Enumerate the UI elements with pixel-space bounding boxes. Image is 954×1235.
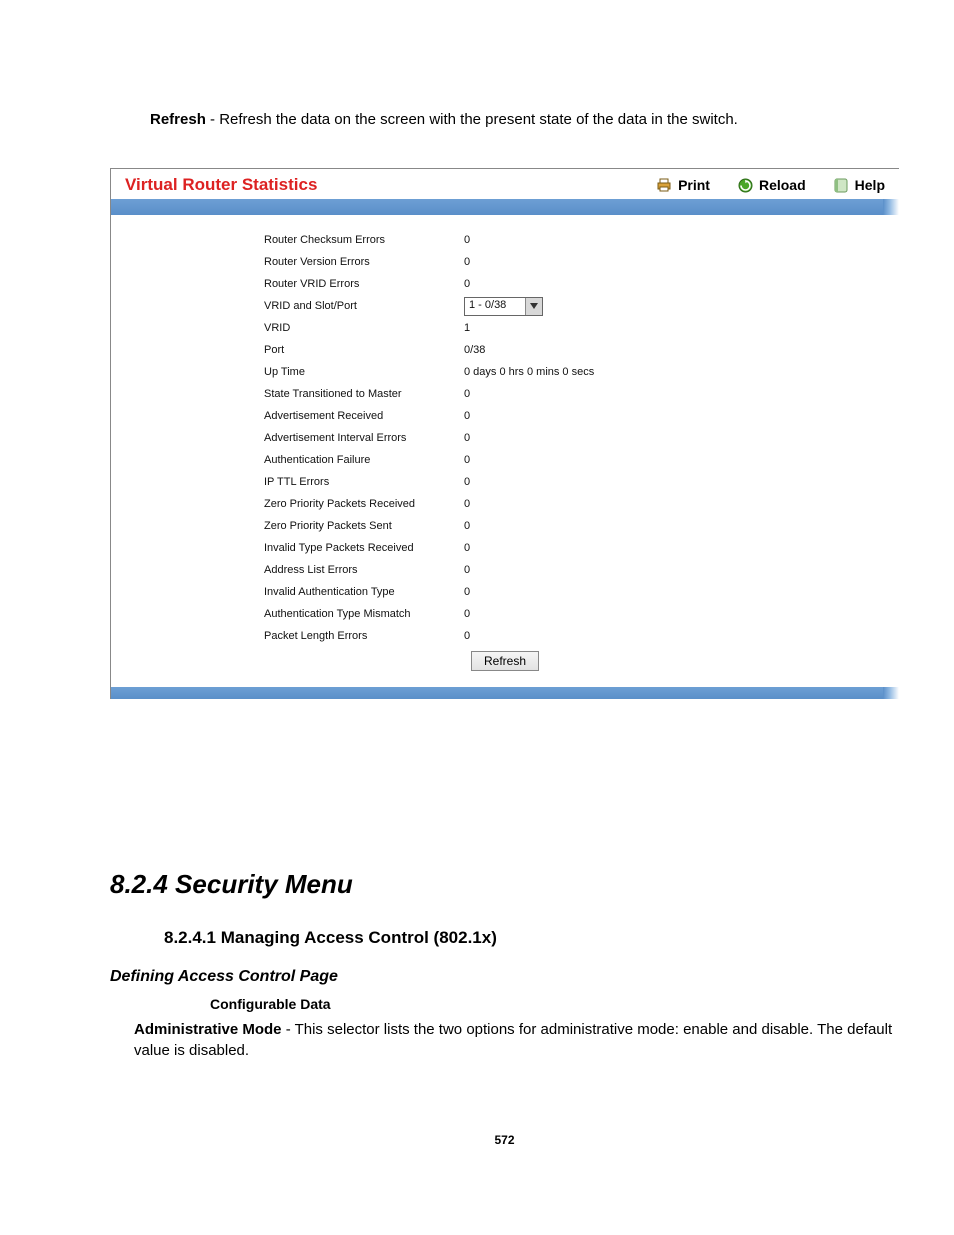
- stats-value: 0: [464, 630, 664, 642]
- stats-value: 0 days 0 hrs 0 mins 0 secs: [464, 366, 664, 378]
- stats-value: 0: [464, 608, 664, 620]
- stats-row: Authentication Type Mismatch0: [264, 603, 899, 625]
- subsection-heading: 8.2.4.1 Managing Access Control (802.1x): [164, 928, 899, 948]
- stats-value: 0: [464, 454, 664, 466]
- panel-header: Virtual Router Statistics Print: [111, 169, 899, 199]
- divider-bar-bottom: [111, 687, 899, 699]
- help-button[interactable]: Help: [834, 177, 885, 193]
- stats-label: Packet Length Errors: [264, 630, 464, 642]
- stats-row: Router Checksum Errors0: [264, 229, 899, 251]
- stats-row: Port0/38: [264, 339, 899, 361]
- stats-row: VRID and Slot/Port1 - 0/38: [264, 295, 899, 317]
- stats-label: Invalid Type Packets Received: [264, 542, 464, 554]
- stats-row: Advertisement Received0: [264, 405, 899, 427]
- stats-row: Up Time0 days 0 hrs 0 mins 0 secs: [264, 361, 899, 383]
- stats-label: Advertisement Interval Errors: [264, 432, 464, 444]
- stats-row: Invalid Authentication Type0: [264, 581, 899, 603]
- stats-row: Router VRID Errors0: [264, 273, 899, 295]
- stats-label: Router VRID Errors: [264, 278, 464, 290]
- stats-value: 0: [464, 234, 664, 246]
- stats-value: 0: [464, 476, 664, 488]
- stats-label: IP TTL Errors: [264, 476, 464, 488]
- stats-row: Packet Length Errors0: [264, 625, 899, 647]
- stats-label: Authentication Failure: [264, 454, 464, 466]
- stats-value: 0: [464, 564, 664, 576]
- stats-row: Address List Errors0: [264, 559, 899, 581]
- reload-icon: [738, 178, 753, 193]
- stats-row: State Transitioned to Master0: [264, 383, 899, 405]
- stats-label: Up Time: [264, 366, 464, 378]
- stats-label: Port: [264, 344, 464, 356]
- stats-row: Advertisement Interval Errors0: [264, 427, 899, 449]
- stats-row: IP TTL Errors0: [264, 471, 899, 493]
- admin-mode-paragraph: Administrative Mode - This selector list…: [134, 1020, 899, 1061]
- stats-label: State Transitioned to Master: [264, 388, 464, 400]
- print-label: Print: [678, 177, 710, 193]
- stats-table: Router Checksum Errors0Router Version Er…: [264, 229, 899, 647]
- refresh-description: Refresh - Refresh the data on the screen…: [150, 110, 899, 130]
- vrid-slot-port-select[interactable]: 1 - 0/38: [464, 297, 664, 316]
- panel-body: Router Checksum Errors0Router Version Er…: [111, 215, 899, 687]
- stats-row: Zero Priority Packets Sent0: [264, 515, 899, 537]
- stats-value: 0: [464, 586, 664, 598]
- chevron-down-icon[interactable]: [525, 298, 542, 315]
- stats-row: Router Version Errors0: [264, 251, 899, 273]
- select-control[interactable]: 1 - 0/38: [464, 297, 543, 316]
- page-heading: Defining Access Control Page: [110, 968, 899, 986]
- page-number: 572: [110, 1133, 899, 1147]
- stats-label: Zero Priority Packets Received: [264, 498, 464, 510]
- stats-label: Router Checksum Errors: [264, 234, 464, 246]
- stats-label: VRID: [264, 322, 464, 334]
- divider-bar-top: [111, 199, 899, 215]
- stats-value: 0: [464, 542, 664, 554]
- refresh-label: Refresh: [150, 111, 206, 128]
- stats-row: Zero Priority Packets Received0: [264, 493, 899, 515]
- stats-label: Advertisement Received: [264, 410, 464, 422]
- stats-label: VRID and Slot/Port: [264, 300, 464, 312]
- stats-value: 0: [464, 388, 664, 400]
- stats-value: 1: [464, 322, 664, 334]
- reload-label: Reload: [759, 177, 806, 193]
- section-heading: 8.2.4 Security Menu: [110, 869, 899, 900]
- stats-value: 0: [464, 432, 664, 444]
- select-value: 1 - 0/38: [465, 298, 525, 315]
- refresh-button[interactable]: Refresh: [471, 651, 539, 671]
- stats-label: Invalid Authentication Type: [264, 586, 464, 598]
- admin-mode-label: Administrative Mode: [134, 1021, 282, 1038]
- stats-value: 0: [464, 256, 664, 268]
- print-icon: [656, 178, 672, 192]
- refresh-row: Refresh: [111, 647, 899, 679]
- configurable-data-heading: Configurable Data: [210, 996, 899, 1012]
- print-button[interactable]: Print: [656, 177, 710, 193]
- stats-value: 0: [464, 410, 664, 422]
- stats-row: VRID1: [264, 317, 899, 339]
- stats-row: Invalid Type Packets Received0: [264, 537, 899, 559]
- stats-label: Router Version Errors: [264, 256, 464, 268]
- stats-value: 0: [464, 278, 664, 290]
- panel-title: Virtual Router Statistics: [125, 175, 656, 195]
- stats-value: 0: [464, 498, 664, 510]
- refresh-text: - Refresh the data on the screen with th…: [206, 111, 738, 128]
- stats-row: Authentication Failure0: [264, 449, 899, 471]
- stats-label: Address List Errors: [264, 564, 464, 576]
- panel-toolbar: Print Reload Help: [656, 177, 885, 193]
- help-icon: [834, 178, 849, 193]
- reload-button[interactable]: Reload: [738, 177, 806, 193]
- stats-panel: Virtual Router Statistics Print: [110, 168, 899, 699]
- stats-value: 0/38: [464, 344, 664, 356]
- stats-label: Zero Priority Packets Sent: [264, 520, 464, 532]
- help-label: Help: [855, 177, 885, 193]
- stats-value: 0: [464, 520, 664, 532]
- stats-label: Authentication Type Mismatch: [264, 608, 464, 620]
